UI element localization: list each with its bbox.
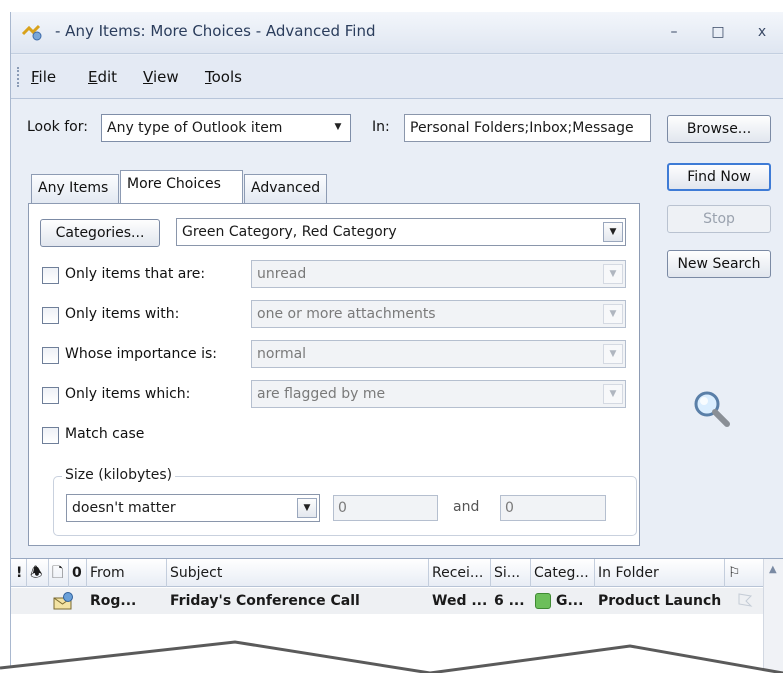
advanced-find-window: - Any Items: More Choices - Advanced Fin… bbox=[10, 12, 783, 673]
only-items-with-select[interactable]: one or more attachments ▼ bbox=[251, 300, 626, 328]
whose-importance-checkbox[interactable] bbox=[42, 347, 59, 364]
menu-tools[interactable]: Tools bbox=[205, 68, 242, 86]
column-flag-icon[interactable]: ⚐ bbox=[725, 559, 763, 587]
menu-file-accesskey: F bbox=[31, 68, 39, 86]
menu-view[interactable]: View bbox=[143, 68, 179, 86]
row-size: 6 ... bbox=[494, 593, 525, 609]
table-row[interactable]: Rog... Friday's Conference Call Wed ... … bbox=[11, 588, 763, 614]
flag-icon[interactable] bbox=[737, 593, 753, 609]
new-search-button[interactable]: New Search bbox=[667, 250, 771, 278]
size-from-input[interactable]: 0 bbox=[333, 495, 438, 521]
categories-button[interactable]: Categories... bbox=[40, 219, 160, 247]
match-case-checkbox[interactable] bbox=[42, 427, 59, 444]
row-in-folder: Product Launch bbox=[598, 593, 722, 609]
column-reminder-bell-icon[interactable]: 🕭 bbox=[27, 559, 49, 587]
in-folders-value: Personal Folders;Inbox;Message bbox=[410, 120, 634, 136]
only-items-which-select[interactable]: are flagged by me ▼ bbox=[251, 380, 626, 408]
look-for-value: Any type of Outlook item bbox=[107, 120, 283, 136]
meeting-request-icon bbox=[53, 592, 73, 610]
only-items-with-label: Only items with: bbox=[65, 306, 180, 322]
chevron-down-icon: ▼ bbox=[603, 344, 623, 364]
column-document-icon[interactable]: 🗋 bbox=[49, 559, 69, 587]
browse-button[interactable]: Browse... bbox=[667, 115, 771, 143]
column-from[interactable]: From bbox=[87, 559, 167, 587]
only-items-that-are-label: Only items that are: bbox=[65, 266, 206, 282]
menu-tools-accesskey: T bbox=[205, 68, 212, 86]
menu-tools-label: ools bbox=[211, 68, 242, 86]
categories-value: Green Category, Red Category bbox=[182, 224, 397, 240]
results-header: ! 🕭 🗋 0 From Subject Recei... Si... Cate… bbox=[11, 559, 763, 587]
chevron-down-icon: ▼ bbox=[603, 264, 623, 284]
column-categories[interactable]: Categ... bbox=[531, 559, 595, 587]
column-attachment-icon[interactable]: 0 bbox=[69, 559, 87, 587]
only-items-that-are-select[interactable]: unread ▼ bbox=[251, 260, 626, 288]
row-from: Rog... bbox=[90, 593, 137, 609]
menu-view-label: iew bbox=[152, 68, 179, 86]
find-now-button[interactable]: Find Now bbox=[667, 163, 771, 191]
only-items-that-are-checkbox[interactable] bbox=[42, 267, 59, 284]
size-condition-value: doesn't matter bbox=[72, 500, 176, 516]
magnifier-icon bbox=[694, 391, 730, 427]
chevron-down-icon: ▼ bbox=[603, 384, 623, 404]
stop-button[interactable]: Stop bbox=[667, 205, 771, 233]
only-items-which-checkbox[interactable] bbox=[42, 387, 59, 404]
only-items-that-are-value: unread bbox=[257, 266, 307, 282]
look-for-label: Look for: bbox=[27, 119, 88, 135]
title-bar: - Any Items: More Choices - Advanced Fin… bbox=[11, 12, 783, 54]
tab-advanced[interactable]: Advanced bbox=[244, 174, 327, 203]
chevron-down-icon: ▼ bbox=[334, 122, 342, 132]
row-received: Wed ... bbox=[432, 593, 488, 609]
green-category-swatch bbox=[535, 593, 551, 609]
size-to-input[interactable]: 0 bbox=[500, 495, 606, 521]
look-for-select[interactable]: Any type of Outlook item ▼ bbox=[101, 114, 351, 142]
minimize-button[interactable]: – bbox=[661, 20, 687, 44]
menu-file-label: ile bbox=[38, 68, 57, 86]
menu-edit[interactable]: Edit bbox=[88, 68, 117, 86]
close-button[interactable]: x bbox=[749, 20, 775, 44]
menu-view-accesskey: V bbox=[143, 68, 153, 86]
maximize-button[interactable]: □ bbox=[705, 20, 731, 44]
size-condition-select[interactable]: doesn't matter ▼ bbox=[66, 494, 320, 522]
column-importance[interactable]: ! bbox=[11, 559, 27, 587]
column-received[interactable]: Recei... bbox=[429, 559, 491, 587]
whose-importance-value: normal bbox=[257, 346, 307, 362]
column-subject[interactable]: Subject bbox=[167, 559, 429, 587]
column-in-folder[interactable]: In Folder bbox=[595, 559, 725, 587]
in-folders-field[interactable]: Personal Folders;Inbox;Message bbox=[404, 114, 651, 142]
row-subject: Friday's Conference Call bbox=[170, 593, 360, 609]
tab-any-items[interactable]: Any Items bbox=[31, 174, 119, 203]
in-label: In: bbox=[372, 119, 390, 135]
only-items-which-value: are flagged by me bbox=[257, 386, 386, 402]
toolbar-grip[interactable] bbox=[17, 67, 20, 87]
only-items-with-checkbox[interactable] bbox=[42, 307, 59, 324]
chevron-down-icon: ▼ bbox=[603, 304, 623, 324]
chevron-down-icon[interactable]: ▼ bbox=[603, 222, 623, 242]
scroll-up-arrow-icon[interactable]: ▲ bbox=[769, 564, 777, 575]
only-items-which-label: Only items which: bbox=[65, 386, 191, 402]
tab-more-choices[interactable]: More Choices bbox=[120, 170, 243, 203]
results-scrollbar[interactable]: ▲ bbox=[763, 559, 783, 673]
size-groupbox: Size (kilobytes) doesn't matter ▼ 0 and … bbox=[53, 467, 637, 536]
column-size[interactable]: Si... bbox=[491, 559, 531, 587]
size-and-label: and bbox=[453, 499, 480, 515]
menu-file[interactable]: File bbox=[31, 68, 56, 86]
match-case-label: Match case bbox=[65, 426, 145, 442]
menu-bar: File Edit View Tools bbox=[11, 55, 783, 99]
categories-field[interactable]: Green Category, Red Category ▼ bbox=[176, 218, 626, 246]
size-group-label: Size (kilobytes) bbox=[62, 467, 176, 483]
whose-importance-select[interactable]: normal ▼ bbox=[251, 340, 626, 368]
window-title: - Any Items: More Choices - Advanced Fin… bbox=[55, 22, 376, 40]
menu-edit-label: dit bbox=[97, 68, 118, 86]
row-category: G... bbox=[556, 593, 584, 609]
results-list: ! 🕭 🗋 0 From Subject Recei... Si... Cate… bbox=[11, 558, 783, 673]
only-items-with-value: one or more attachments bbox=[257, 306, 436, 322]
whose-importance-label: Whose importance is: bbox=[65, 346, 217, 362]
advanced-find-app-icon bbox=[21, 24, 42, 41]
chevron-down-icon[interactable]: ▼ bbox=[297, 498, 317, 518]
more-choices-panel: Categories... Green Category, Red Catego… bbox=[28, 203, 640, 546]
